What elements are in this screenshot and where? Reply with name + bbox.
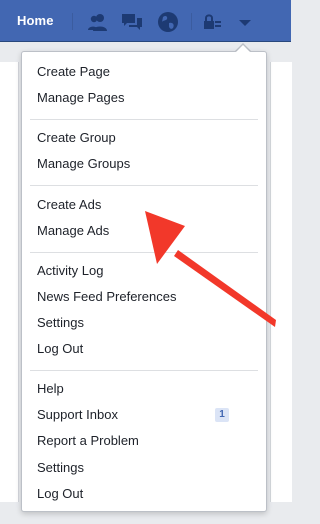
right-content-panel xyxy=(270,62,292,502)
topbar-divider xyxy=(191,13,192,30)
menu-item-news-feed-preferences[interactable]: News Feed Preferences xyxy=(37,286,247,308)
privacy-lock-icon[interactable] xyxy=(200,9,226,35)
account-menu-arrow-icon[interactable] xyxy=(232,9,258,35)
menu-separator xyxy=(30,119,258,120)
menu-item-create-group[interactable]: Create Group xyxy=(37,127,247,149)
menu-item-create-page[interactable]: Create Page xyxy=(37,61,247,83)
menu-item-create-ads[interactable]: Create Ads xyxy=(37,194,247,216)
topbar-divider xyxy=(72,13,73,30)
menu-item-report-a-problem[interactable]: Report a Problem xyxy=(37,430,247,452)
menu-item-log-out[interactable]: Log Out xyxy=(37,483,247,505)
menu-separator xyxy=(30,370,258,371)
friend-requests-icon[interactable] xyxy=(85,9,111,35)
support-inbox-count-badge: 1 xyxy=(215,408,229,422)
menu-item-manage-groups[interactable]: Manage Groups xyxy=(37,153,247,175)
menu-separator xyxy=(30,252,258,253)
dropdown-caret-fill xyxy=(236,45,250,52)
home-link[interactable]: Home xyxy=(17,13,54,28)
top-navigation-bar: Home xyxy=(0,0,291,42)
menu-item-help[interactable]: Help xyxy=(37,378,247,400)
menu-item-manage-ads[interactable]: Manage Ads xyxy=(37,220,247,242)
menu-item-settings[interactable]: Settings xyxy=(37,457,247,479)
notifications-globe-icon[interactable] xyxy=(155,9,181,35)
menu-item-log-out[interactable]: Log Out xyxy=(37,338,247,360)
menu-separator xyxy=(30,185,258,186)
menu-item-manage-pages[interactable]: Manage Pages xyxy=(37,87,247,109)
menu-item-settings[interactable]: Settings xyxy=(37,312,247,334)
left-content-panel xyxy=(0,62,19,502)
messages-icon[interactable] xyxy=(119,9,145,35)
menu-item-activity-log[interactable]: Activity Log xyxy=(37,260,247,282)
